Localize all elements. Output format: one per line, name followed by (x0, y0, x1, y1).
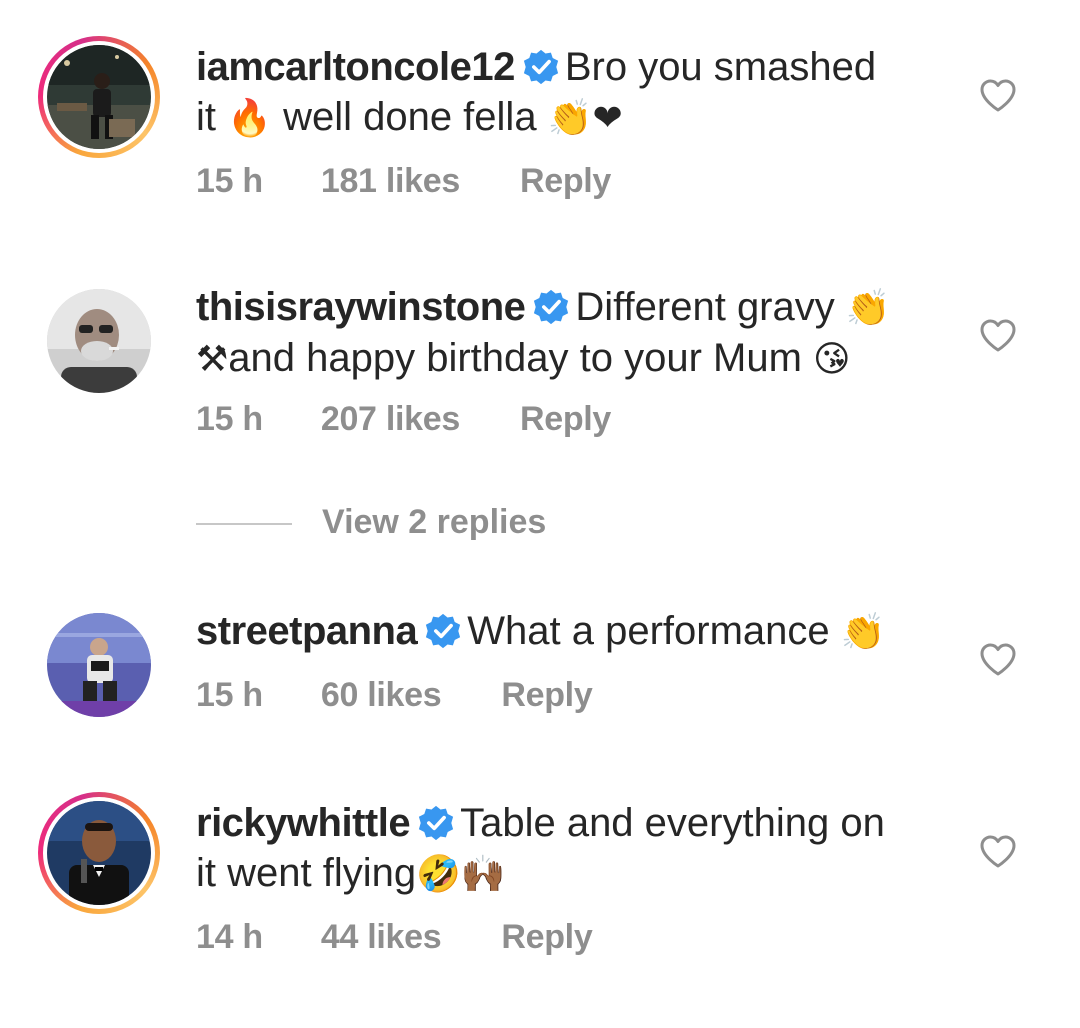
comment-meta: 14 h 44 likes Reply (196, 918, 593, 957)
comment-username[interactable]: iamcarltoncole12 (196, 45, 515, 89)
comment-time: 15 h (196, 400, 263, 438)
comment-time: 15 h (196, 162, 263, 200)
comment-meta: 15 h 60 likes Reply (196, 676, 593, 715)
clap-heart-emoji: 👏❤ (547, 97, 623, 138)
comment-text: Table and everything on (460, 801, 885, 845)
avatar (47, 45, 151, 149)
comment-body: rickywhittle Table and everything on it w… (196, 798, 926, 899)
fire-emoji: 🔥 (227, 97, 272, 138)
avatar-ring[interactable] (38, 280, 160, 402)
kiss-emoji: 😘 (813, 338, 851, 379)
laugh-raised-hands-emoji: 🤣🙌🏾 (416, 853, 506, 894)
comment-likes[interactable]: 181 likes (321, 162, 460, 201)
comment-username[interactable]: rickywhittle (196, 801, 411, 845)
avatar-story-ring[interactable] (38, 36, 160, 158)
reply-button[interactable]: Reply (520, 400, 611, 439)
comment-likes[interactable]: 207 likes (321, 400, 460, 439)
comment-text: and happy birthday to your Mum (228, 336, 814, 380)
view-replies-button[interactable]: View 2 replies (196, 503, 546, 542)
avatar (47, 289, 151, 393)
comment-text: Different gravy (575, 285, 846, 329)
comment-likes[interactable]: 60 likes (321, 676, 442, 715)
reply-button[interactable]: Reply (501, 918, 592, 957)
verified-badge-icon (533, 287, 569, 325)
comment-text: it went flying (196, 851, 417, 895)
avatar-story-ring[interactable] (38, 792, 160, 914)
comment-meta: 15 h 207 likes Reply (196, 400, 611, 439)
avatar (47, 613, 151, 717)
comment-body: iamcarltoncole12 Bro you smashed it 🔥 wel… (196, 42, 926, 143)
comment-body: streetpanna What a performance 👏 (196, 606, 926, 657)
comment-meta: 15 h 181 likes Reply (196, 162, 611, 201)
verified-badge-icon (425, 611, 461, 649)
replies-divider-line (196, 523, 292, 526)
avatar-ring[interactable] (38, 604, 160, 726)
clap-emoji: 👏 (840, 611, 886, 652)
comment-username[interactable]: thisisraywinstone (196, 285, 526, 329)
comment-likes[interactable]: 44 likes (321, 918, 442, 957)
comment-time: 15 h (196, 676, 263, 714)
heart-outline-icon[interactable] (978, 76, 1018, 116)
heart-outline-icon[interactable] (978, 640, 1018, 680)
clap-emoji: 👏 (845, 287, 891, 328)
comment-time: 14 h (196, 918, 263, 956)
comment-text: What a performance (467, 609, 841, 653)
heart-outline-icon[interactable] (978, 832, 1018, 872)
comment-body: thisisraywinstone Different gravy 👏 ⚒and … (196, 282, 926, 384)
hammer-pick-emoji: ⚒ (196, 338, 229, 379)
verified-badge-icon (418, 803, 454, 841)
avatar (47, 801, 151, 905)
verified-badge-icon (523, 47, 559, 85)
heart-outline-icon[interactable] (978, 316, 1018, 356)
comment-text: it (196, 95, 228, 139)
reply-button[interactable]: Reply (520, 162, 611, 201)
comment-text: well done fella (271, 95, 548, 139)
comment-username[interactable]: streetpanna (196, 609, 418, 653)
view-replies-label: View 2 replies (322, 503, 547, 541)
comment-text: Bro you smashed (564, 45, 877, 89)
reply-button[interactable]: Reply (501, 676, 592, 715)
